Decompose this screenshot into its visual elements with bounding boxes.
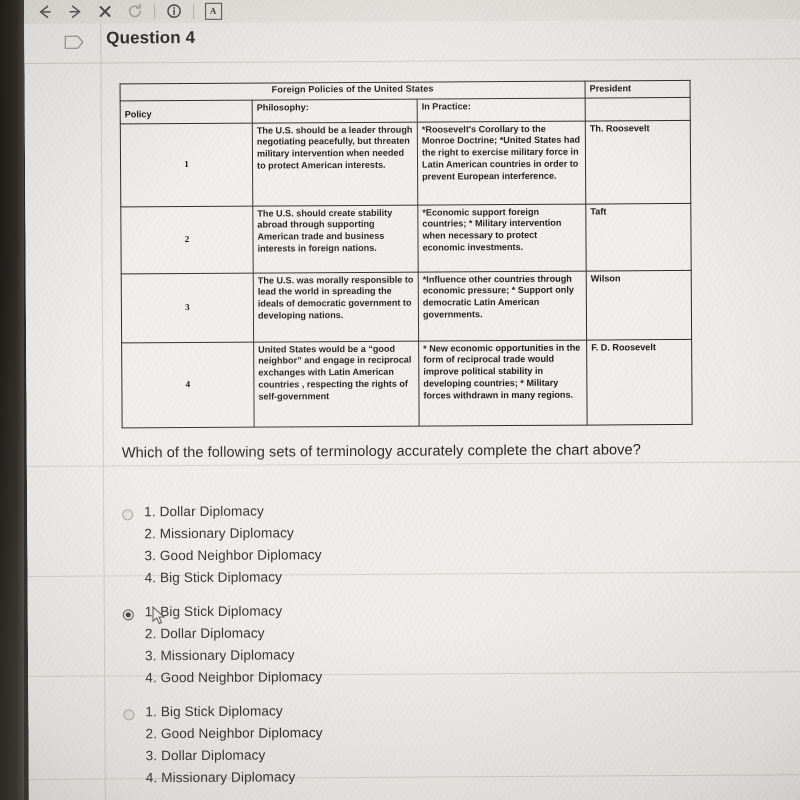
answer-option-lines: 1. Dollar Diplomacy 2. Missionary Diplom… [144, 502, 682, 586]
foreign-policies-table: Foreign Policies of the United States Pr… [119, 79, 693, 429]
answer-option[interactable]: 1. Big Stick Diplomacy 2. Good Neighbor … [123, 702, 684, 794]
table-row: 4 United States would be a “good neighbo… [121, 339, 693, 428]
answer-line: 3. Good Neighbor Diplomacy [144, 547, 322, 564]
answer-line: 2. Missionary Diplomacy [144, 525, 294, 542]
answer-line: 1. Dollar Diplomacy [144, 503, 264, 520]
radio-button[interactable] [123, 709, 135, 721]
reader-icon[interactable]: A [198, 0, 228, 22]
table-row: 1 The U.S. should be a leader through ne… [120, 120, 691, 207]
answer-line: 2. Good Neighbor Diplomacy [145, 725, 323, 742]
toolbar-separator [193, 3, 195, 19]
answer-line: 3. Missionary Diplomacy [144, 647, 295, 664]
question-header: Question 4 [24, 19, 800, 64]
back-icon[interactable] [30, 1, 60, 23]
page-title: Question 4 [106, 27, 196, 48]
answer-option-lines: 1. Big Stick Diplomacy 2. Dollar Diploma… [145, 602, 683, 685]
answer-option[interactable]: 1. Big Stick Diplomacy 2. Dollar Diploma… [122, 602, 684, 694]
header-spacer [585, 97, 691, 121]
answer-line: 2. Dollar Diplomacy [144, 625, 265, 642]
question-prompt: Which of the following sets of terminolo… [121, 442, 641, 462]
column-header-philosophy: Philosophy: [252, 98, 418, 123]
stop-icon[interactable] [90, 0, 120, 22]
policy-in-practice: *Roosevelt's Corollary to the Monroe Doc… [417, 120, 586, 205]
answer-option-lines: 1. Big Stick Diplomacy 2. Good Neighbor … [145, 702, 683, 785]
screen-bezel [0, 0, 24, 800]
policy-philosophy: The U.S. was morally responsible to lead… [253, 271, 419, 342]
policy-in-practice: *Economic support foreign countries; * M… [417, 203, 587, 272]
answer-line: 1. Big Stick Diplomacy [144, 603, 283, 620]
policy-chart-image: Foreign Policies of the United States Pr… [119, 79, 693, 429]
policy-number: 4 [121, 341, 255, 428]
browser-page: A Question 4 Foreign Policies of the Uni… [24, 0, 800, 800]
answer-line: 4. Missionary Diplomacy [145, 769, 296, 786]
answer-line: 4. Big Stick Diplomacy [144, 569, 283, 586]
answer-line: 1. Big Stick Diplomacy [145, 703, 283, 720]
column-header-in-practice: In Practice: [417, 97, 586, 122]
photographed-screen: A Question 4 Foreign Policies of the Uni… [0, 0, 800, 800]
divider [26, 461, 800, 467]
forward-icon[interactable] [60, 1, 90, 23]
policy-president: F. D. Roosevelt [586, 339, 693, 425]
column-header-policy: Policy [120, 99, 253, 124]
answer-option[interactable]: 1. Dollar Diplomacy 2. Missionary Diplom… [122, 502, 683, 594]
policy-philosophy: United States would be a “good neighbor”… [253, 340, 420, 427]
policy-president: Th. Roosevelt [585, 120, 691, 204]
left-rail [24, 23, 106, 800]
table-row: 3 The U.S. was morally responsible to le… [121, 270, 692, 343]
answer-line: 3. Dollar Diplomacy [145, 747, 266, 764]
policy-philosophy: The U.S. should be a leader through nego… [252, 121, 418, 206]
policy-in-practice: * New economic opportunities in the form… [418, 339, 588, 426]
toolbar-separator [154, 3, 156, 19]
radio-button-selected[interactable] [122, 609, 134, 621]
policy-number: 3 [121, 272, 254, 343]
radio-button[interactable] [122, 509, 134, 521]
policy-in-practice: *Influence other countries through econo… [418, 270, 587, 341]
info-icon[interactable] [159, 0, 189, 22]
answer-line: 4. Good Neighbor Diplomacy [145, 669, 323, 686]
column-header-president: President [585, 80, 691, 98]
policy-president: Taft [585, 203, 692, 271]
policy-philosophy: The U.S. should create stability abroad … [252, 204, 419, 273]
quiz-content: Question 4 Foreign Policies of the Unite… [24, 19, 800, 800]
policy-number: 2 [120, 205, 254, 274]
reload-icon[interactable] [120, 0, 150, 22]
flag-icon[interactable] [64, 35, 84, 50]
reader-icon-glyph: A [204, 2, 222, 20]
policy-president: Wilson [586, 270, 692, 340]
table-row: 2 The U.S. should create stability abroa… [120, 203, 692, 274]
policy-number: 1 [120, 122, 253, 207]
